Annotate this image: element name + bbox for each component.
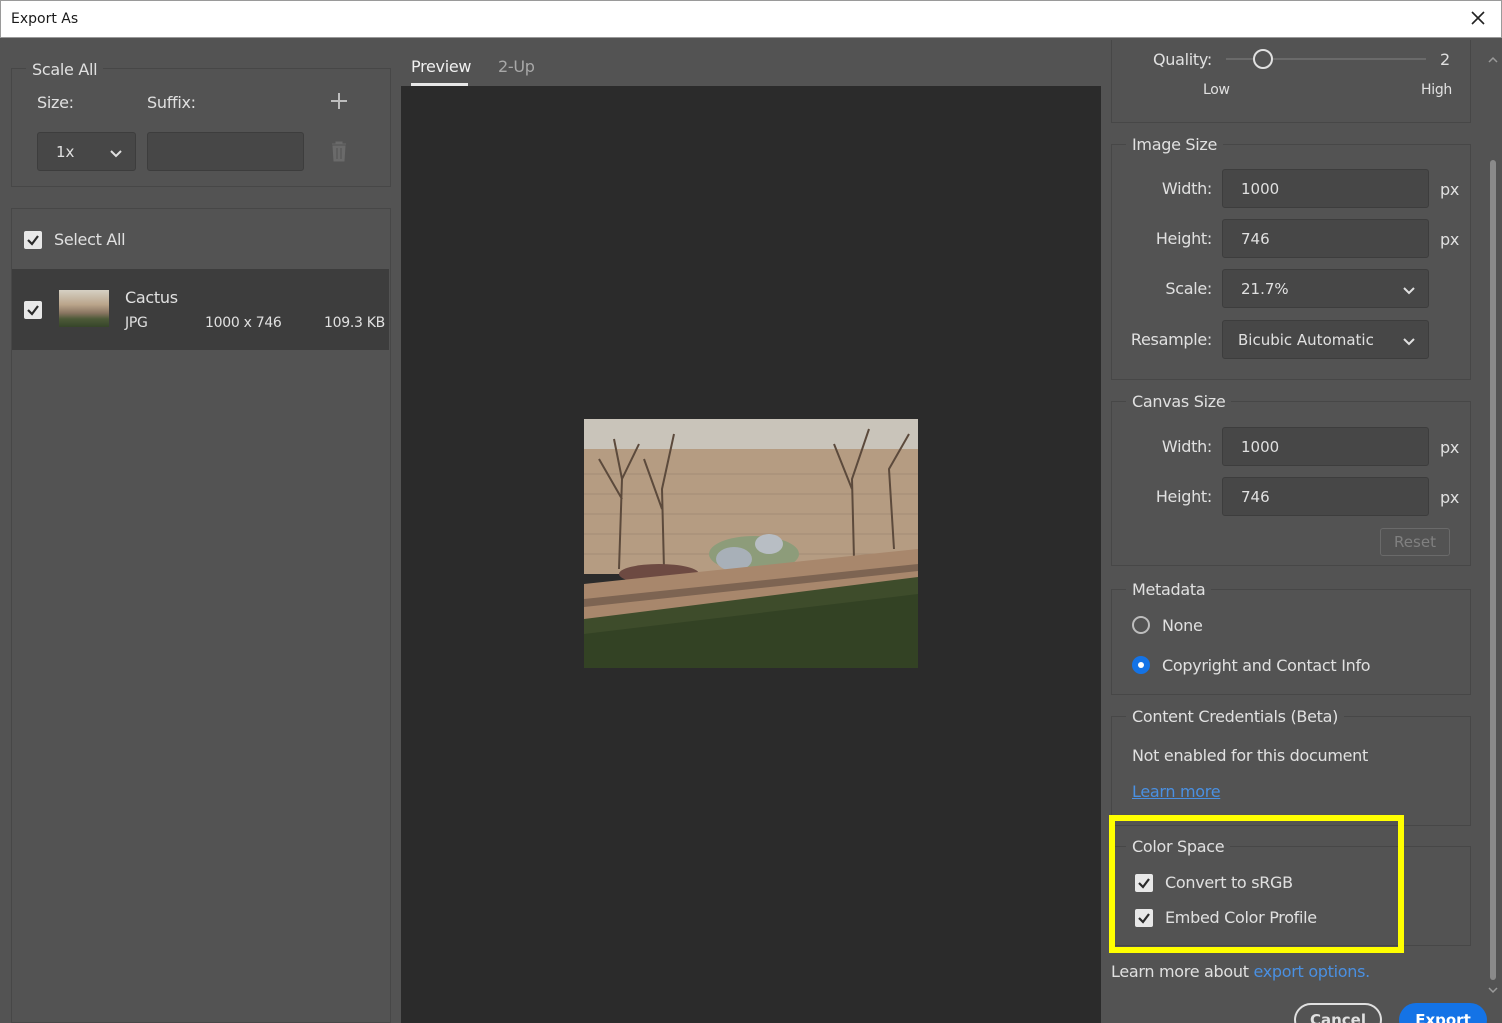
image-width-value: 1000 — [1241, 179, 1280, 198]
metadata-legend: Metadata — [1126, 580, 1212, 599]
highlight-box — [1109, 815, 1404, 953]
image-width-label: Width: — [1161, 179, 1212, 198]
size-label: Size: — [37, 93, 74, 112]
canvas-width-unit: px — [1440, 438, 1460, 457]
canvas-width-value: 1000 — [1241, 437, 1280, 456]
select-all-checkbox[interactable] — [24, 231, 42, 249]
list-item[interactable]: Cactus JPG 1000 x 746 109.3 KB — [12, 269, 389, 350]
trash-icon[interactable] — [329, 140, 349, 162]
file-format: JPG — [125, 315, 148, 331]
resample-label: Resample: — [1130, 330, 1212, 349]
export-options-note: Learn more about export options. — [1111, 962, 1370, 981]
file-dimensions: 1000 x 746 — [205, 315, 282, 331]
preview-area — [401, 86, 1101, 1023]
suffix-label: Suffix: — [147, 93, 196, 112]
quality-slider-handle[interactable] — [1253, 49, 1273, 69]
learn-more-link[interactable]: Learn more — [1132, 782, 1221, 801]
image-height-unit: px — [1440, 230, 1460, 249]
metadata-copyright-radio[interactable] — [1132, 656, 1150, 674]
metadata-panel — [1111, 589, 1471, 695]
export-button[interactable]: Export — [1399, 1003, 1487, 1023]
file-name: Cactus — [125, 288, 178, 307]
reset-button[interactable]: Reset — [1380, 528, 1450, 556]
resample-select[interactable]: Bicubic Automatic — [1222, 320, 1429, 359]
export-button-label: Export — [1415, 1011, 1471, 1023]
select-all-label: Select All — [54, 230, 126, 249]
image-height-input[interactable]: 746 — [1222, 219, 1429, 258]
scale-select-value: 21.7% — [1241, 279, 1289, 298]
suffix-input[interactable] — [147, 132, 304, 171]
cancel-button[interactable]: Cancel — [1294, 1003, 1382, 1023]
image-size-legend: Image Size — [1126, 135, 1224, 154]
size-select[interactable]: 1x — [37, 132, 136, 171]
scroll-down-icon — [1488, 987, 1498, 994]
image-width-input[interactable]: 1000 — [1222, 169, 1429, 208]
chevron-down-icon — [1402, 334, 1416, 352]
image-height-label: Height: — [1155, 229, 1212, 248]
preview-image — [584, 419, 918, 668]
content-credentials-legend: Content Credentials (Beta) — [1126, 707, 1345, 726]
metadata-none-radio[interactable] — [1132, 616, 1150, 634]
file-thumbnail — [59, 290, 109, 327]
resample-select-value: Bicubic Automatic — [1238, 330, 1374, 349]
canvas-width-label: Width: — [1161, 437, 1212, 456]
quality-low-label: Low — [1203, 82, 1230, 98]
window-title: Export As — [11, 11, 79, 27]
canvas-height-input[interactable]: 746 — [1222, 477, 1429, 516]
close-icon[interactable] — [1469, 9, 1487, 27]
cancel-button-label: Cancel — [1309, 1011, 1366, 1023]
scale-select[interactable]: 21.7% — [1222, 269, 1429, 308]
chevron-down-icon — [1402, 283, 1416, 301]
quality-label: Quality: — [1153, 50, 1212, 69]
tab-preview[interactable]: Preview — [411, 57, 471, 76]
reset-button-label: Reset — [1394, 533, 1436, 551]
add-scale-icon[interactable] — [330, 92, 348, 110]
content-credentials-status: Not enabled for this document — [1132, 746, 1368, 765]
scrollbar-thumb[interactable] — [1490, 160, 1496, 980]
scrollbar[interactable] — [1485, 40, 1501, 1000]
quality-value: 2 — [1440, 50, 1450, 69]
metadata-none-label: None — [1162, 616, 1203, 635]
canvas-height-unit: px — [1440, 488, 1460, 507]
canvas-width-input[interactable]: 1000 — [1222, 427, 1429, 466]
file-size: 109.3 KB — [324, 315, 385, 331]
image-height-value: 746 — [1241, 229, 1270, 248]
chevron-down-icon — [109, 146, 123, 164]
quality-high-label: High — [1421, 82, 1452, 98]
content-credentials-panel — [1111, 716, 1471, 826]
metadata-copyright-label: Copyright and Contact Info — [1162, 656, 1371, 675]
export-options-link[interactable]: export options. — [1254, 962, 1371, 981]
canvas-size-legend: Canvas Size — [1126, 392, 1232, 411]
file-checkbox[interactable] — [24, 301, 42, 319]
scroll-up-icon — [1488, 56, 1498, 63]
title-bar: Export As — [0, 0, 1502, 38]
image-width-unit: px — [1440, 180, 1460, 199]
scale-label: Scale: — [1165, 279, 1212, 298]
size-select-value: 1x — [56, 142, 75, 161]
canvas-height-label: Height: — [1155, 487, 1212, 506]
tab-2up[interactable]: 2-Up — [498, 57, 535, 76]
canvas-height-value: 746 — [1241, 487, 1270, 506]
learn-more-text: Learn more about — [1111, 962, 1254, 981]
scale-all-legend: Scale All — [26, 60, 104, 79]
